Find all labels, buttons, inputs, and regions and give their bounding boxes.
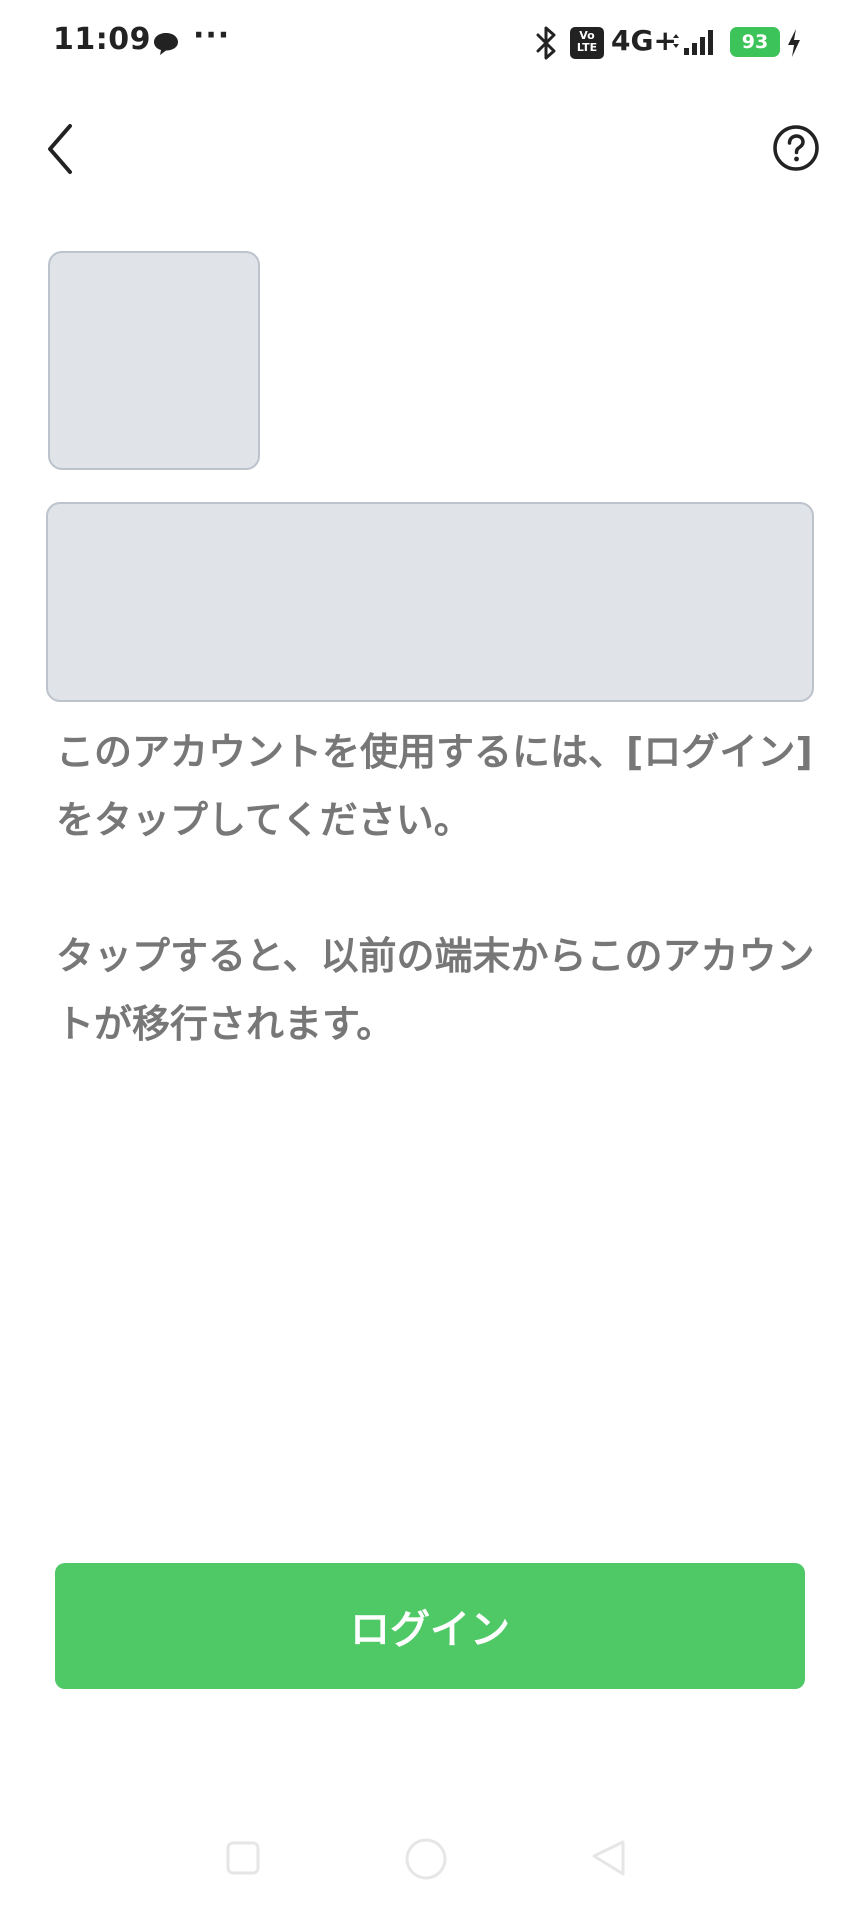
volte-badge: Vo LTE	[570, 27, 604, 59]
bluetooth-icon	[536, 26, 556, 60]
chat-bubble-icon	[154, 33, 178, 55]
volte-bottom-label: LTE	[576, 41, 598, 54]
battery-indicator: 93	[730, 27, 780, 57]
profile-image-placeholder	[48, 251, 260, 470]
status-more-indicator: ···	[193, 18, 231, 53]
migration-notice-text: タップすると、以前の端末からこのアカウントが移行されます。	[56, 934, 815, 1046]
status-time: 11:09	[53, 22, 151, 57]
home-icon[interactable]	[403, 1836, 449, 1882]
question-circle-icon	[773, 125, 819, 171]
back-button[interactable]	[40, 118, 84, 180]
instruction-text: このアカウントを使用するには、[ログイン]をタップしてください。	[56, 730, 813, 842]
network-type: 4G+	[611, 24, 677, 57]
signal-icon	[673, 30, 713, 55]
recent-apps-icon[interactable]	[225, 1840, 261, 1876]
help-button[interactable]	[772, 124, 820, 172]
back-triangle-icon[interactable]	[590, 1838, 628, 1878]
chevron-left-icon	[48, 124, 72, 174]
status-bar: 11:09 ··· Vo LTE 4G+ 93	[0, 0, 858, 86]
profile-info-placeholder	[46, 502, 814, 702]
charging-icon	[788, 29, 800, 57]
login-button[interactable]: ログイン	[55, 1563, 805, 1689]
login-instructions: このアカウントを使用するには、[ログイン]をタップしてください。 タップすると、…	[56, 718, 816, 1058]
